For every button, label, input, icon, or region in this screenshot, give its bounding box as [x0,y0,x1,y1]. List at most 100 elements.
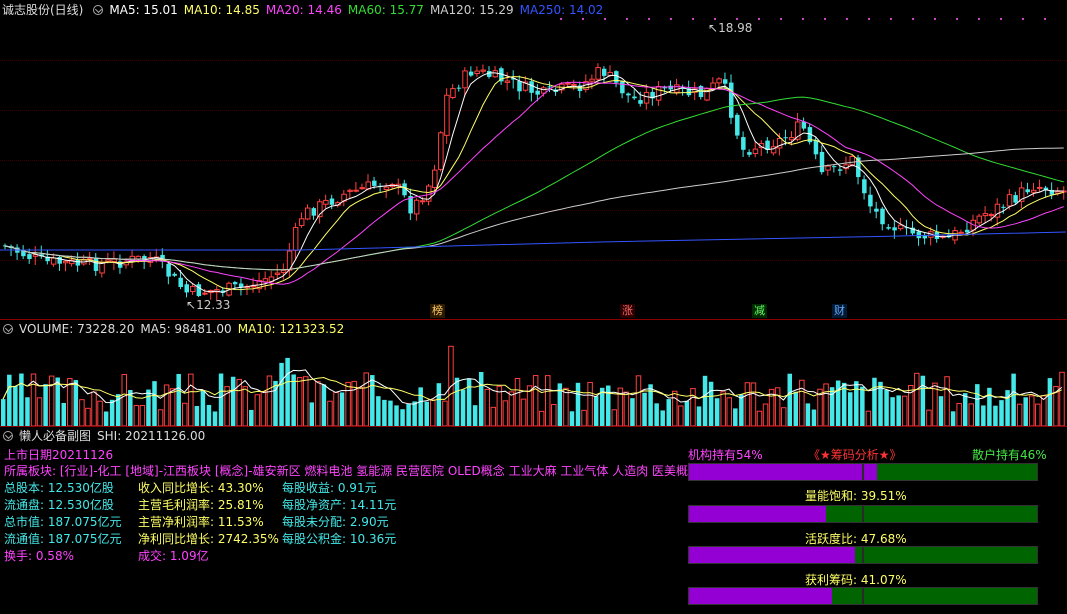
candle-body [620,81,625,94]
signal-dot [780,18,782,20]
candle-body [202,292,208,295]
bar-midmark [862,506,864,522]
volume-bar [993,405,998,426]
volume-bar [1011,373,1016,426]
candle-body [172,273,177,276]
candle-body [1006,194,1013,207]
candle-body [311,208,317,216]
volume-dropdown-icon[interactable] [3,324,13,334]
sub-chart-shi: SHI: 20211126.00 [97,429,206,443]
volume-bar [901,395,908,426]
price-chart[interactable] [0,0,1067,320]
event-marker-zhang[interactable]: 涨 [620,304,635,318]
candle-body [655,86,662,101]
volume-bar [780,407,787,426]
volume-bar [860,386,865,426]
volume-bar [545,375,551,426]
candle-body [99,262,105,274]
profit-chips-fill [689,588,832,604]
stat-bvps: 每股净资产: 14.11元 [282,498,397,512]
event-marker-cai[interactable]: 财 [832,304,847,318]
volume-bar [55,377,60,426]
volume-bar [388,400,393,426]
stat-total-shares: 总股本: 12.530亿股 [4,481,114,495]
volume-ma5: MA5: 98481.00 [140,322,232,336]
activity-ratio-label: 活跃度比: 47.68% [805,532,907,546]
volume-bar [787,373,792,426]
signal-dot [912,18,914,20]
candle-body [982,213,989,217]
volume-bar [357,386,363,426]
volume-bar [642,392,647,426]
volume-bar [303,376,309,426]
volume-bar [363,372,369,426]
volume-bar [309,402,315,426]
volume-bar [315,381,321,426]
volume-bar [611,409,618,426]
candle-body [958,231,964,234]
candle-body [444,94,450,136]
volume-bar [376,396,381,426]
volume-bar [666,399,671,426]
volume-bar [279,362,284,426]
volume-bar [412,401,417,426]
volume-bar [85,407,91,426]
candle-body [298,218,305,226]
retail-holding-label: 散户持有46% [972,448,1047,462]
volume-bar [25,397,30,426]
candle-body [63,260,69,264]
candle-body [517,81,522,92]
volume-bar [865,410,872,426]
volume-chart[interactable] [0,336,1067,426]
sub-chart-header: 懒人必备副图 SHI: 20211126.00 [0,428,1067,444]
signal-dot [692,18,694,20]
volume-bar [327,400,333,426]
volume-bar [394,405,399,426]
volume-bar [194,406,200,426]
candle-body [741,137,746,150]
event-marker-bang[interactable]: 榜 [430,304,445,318]
candle-body [93,257,99,271]
subchart-dropdown-icon[interactable] [3,431,13,441]
volume-bar [436,383,442,426]
profit-chips-label: 获利筹码: 41.07% [805,573,907,587]
volume-bar [1016,403,1023,426]
event-marker-jian[interactable]: 减 [752,304,767,318]
candle-body [474,70,480,74]
volume-bar [538,410,545,426]
volume-bar [19,373,24,426]
candle-body [813,140,819,155]
ma-line [4,81,1064,285]
volume-bar [762,403,769,426]
signal-dot [648,18,650,20]
candle-body [323,199,329,205]
low-price-value: 12.33 [196,298,231,312]
volume-bar [73,380,79,426]
signal-dot [802,18,804,20]
volume-bar [914,372,920,426]
volume-bar [67,378,73,426]
candle-body [87,258,93,261]
candle-body [232,282,238,285]
volume-bar [1041,395,1047,426]
candle-body [880,208,885,225]
volume-bar [999,400,1004,426]
volume-bar [152,381,157,426]
candle-body [601,68,607,76]
volume-bar [890,397,895,426]
volume-bar [920,375,926,426]
candle-body [1031,189,1037,193]
candle-body [190,285,196,293]
volume-bar [514,377,521,426]
candle-body [789,137,795,141]
volume-bar [684,400,690,426]
volume-bar [163,384,170,426]
candle-body [1025,189,1030,193]
candle-body [57,257,62,264]
signal-dot [560,18,562,20]
candle-body [492,70,499,78]
volume-bar [285,357,290,426]
volume-bar [678,405,684,426]
volume-bar [774,387,781,426]
volume-bar [811,409,817,426]
